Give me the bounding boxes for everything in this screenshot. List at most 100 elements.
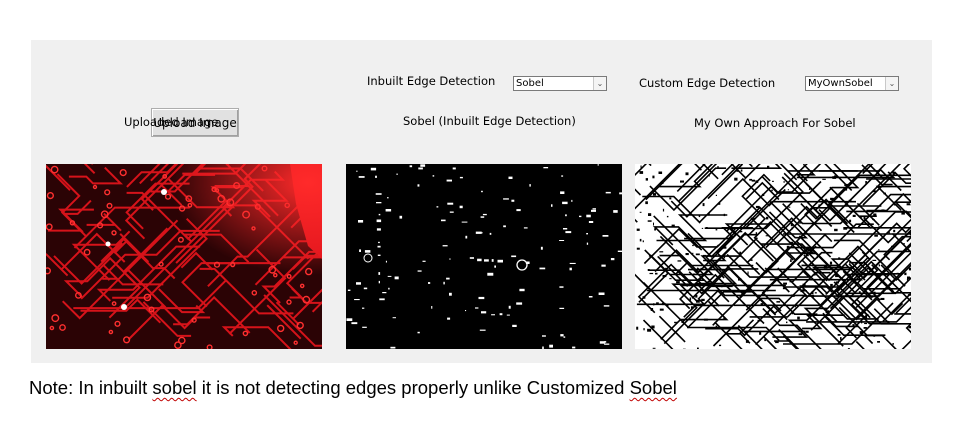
edge-fragment — [560, 334, 564, 337]
edge-speck — [786, 339, 789, 341]
edge-speck — [761, 193, 765, 196]
edge-speck — [887, 320, 890, 323]
edge-fragment — [469, 257, 474, 259]
edge-speck — [653, 193, 656, 196]
edge-fragment — [572, 346, 576, 349]
edge-speck — [651, 325, 655, 329]
edge-speck — [811, 291, 814, 295]
edge-speck — [715, 325, 718, 328]
edge-fragment — [431, 306, 433, 309]
edge-speck — [834, 175, 838, 178]
edge-speck — [849, 219, 852, 223]
edge-speck — [800, 271, 803, 274]
edge-fragment — [378, 272, 381, 275]
edge-speck — [804, 290, 807, 292]
edge-speck — [652, 175, 655, 179]
edge-speck — [718, 202, 721, 205]
edge-speck — [665, 267, 667, 271]
edge-fragment — [385, 209, 392, 212]
edge-speck — [863, 217, 866, 220]
edge-fragment — [605, 191, 611, 194]
edge-speck — [787, 189, 789, 191]
edge-fragment — [347, 289, 351, 291]
edge-speck — [844, 183, 848, 186]
edge-fragment — [417, 270, 422, 272]
edge-speck — [648, 255, 652, 257]
edge-speck — [703, 254, 707, 256]
custom-method-value: MyOwnSobel — [808, 78, 873, 89]
edge-speck — [647, 220, 652, 222]
inbuilt-edge-detection-label: Inbuilt Edge Detection — [367, 74, 496, 88]
chevron-down-icon[interactable]: ⌄ — [885, 77, 898, 90]
edge-fragment — [452, 167, 456, 170]
edge-speck — [671, 224, 675, 227]
edge-fragment — [387, 275, 392, 277]
edge-speck — [757, 319, 762, 322]
edge-speck — [865, 181, 867, 184]
edge-speck — [755, 180, 759, 183]
edge-speck — [828, 287, 830, 289]
edge-fragment — [399, 215, 403, 219]
edge-fragment — [447, 317, 451, 320]
edge-speck — [873, 213, 877, 217]
edge-speck — [694, 270, 699, 273]
edge-fragment — [586, 242, 589, 245]
edge-fragment — [481, 311, 487, 314]
edge-speck — [805, 330, 809, 333]
edge-fragment — [598, 292, 605, 295]
edge-speck — [877, 341, 880, 343]
edge-speck — [904, 272, 907, 276]
edge-fragment — [487, 272, 494, 276]
edge-speck — [695, 295, 698, 298]
edge-speck — [767, 331, 770, 333]
edge-fragment — [475, 231, 482, 234]
edge-speck — [878, 249, 880, 251]
edge-speck — [723, 213, 726, 217]
edge-fragment — [359, 249, 361, 252]
edge-fragment — [484, 259, 489, 262]
uploaded-image — [46, 164, 322, 349]
edge-speck — [647, 269, 650, 271]
chevron-down-icon[interactable]: ⌄ — [593, 77, 606, 90]
edge-fragment — [478, 296, 485, 300]
edge-speck — [753, 217, 756, 220]
edge-speck — [750, 259, 753, 261]
edge-speck — [692, 252, 694, 254]
edge-fragment — [571, 199, 573, 202]
edge-speck — [648, 213, 652, 216]
edge-speck — [772, 180, 774, 182]
edge-speck — [873, 291, 876, 295]
edge-fragment — [417, 331, 420, 334]
edge-speck — [759, 331, 762, 335]
edge-fragment — [563, 336, 566, 338]
edge-fragment — [443, 281, 445, 285]
edge-speck — [698, 215, 701, 218]
edge-speck — [662, 208, 665, 212]
edge-fragment — [539, 267, 546, 270]
edge-speck — [814, 292, 817, 294]
custom-method-select[interactable]: MyOwnSobel ⌄ — [805, 76, 899, 91]
edge-fragment — [617, 250, 622, 252]
edge-fragment — [481, 190, 483, 193]
edge-speck — [896, 272, 899, 274]
edge-fragment — [542, 335, 546, 337]
edge-fragment — [588, 296, 593, 298]
edge-fragment — [422, 260, 426, 262]
edge-fragment — [364, 250, 371, 253]
edge-speck — [745, 340, 749, 343]
edge-speck — [822, 178, 826, 180]
edge-speck — [766, 290, 769, 292]
edge-fragment — [376, 228, 381, 231]
edge-speck — [891, 245, 895, 247]
inbuilt-method-select[interactable]: Sobel ⌄ — [513, 76, 607, 91]
edge-fragment — [599, 341, 605, 344]
edge-speck — [767, 165, 770, 168]
edge-speck — [705, 227, 708, 229]
edge-speck — [771, 189, 773, 192]
edge-speck — [689, 297, 692, 301]
edge-fragment — [436, 206, 439, 208]
edge-speck — [786, 245, 790, 249]
edge-fragment — [370, 167, 377, 171]
edge-fragment — [375, 193, 382, 195]
edge-speck — [661, 302, 666, 306]
